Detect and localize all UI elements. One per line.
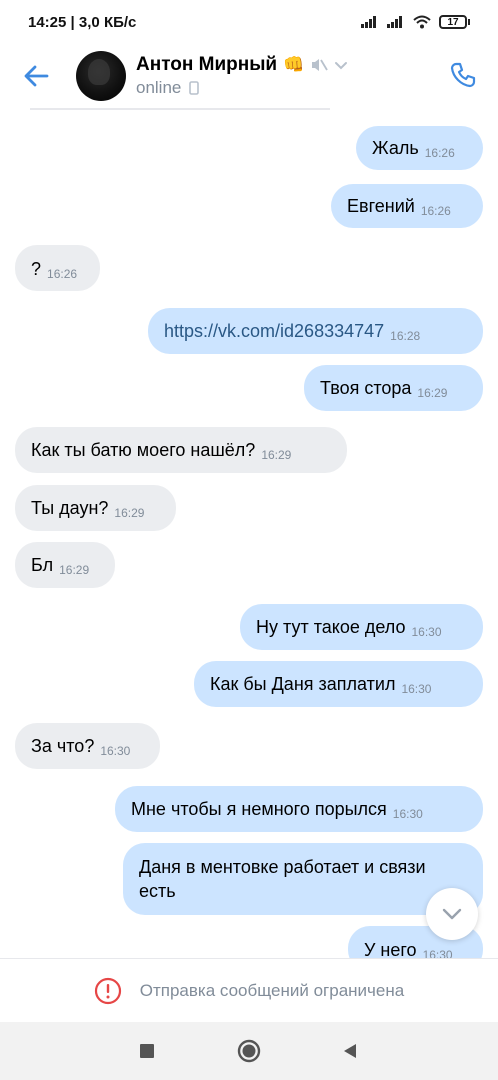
signal-icon (361, 16, 379, 28)
restriction-text: Отправка сообщений ограничена (139, 980, 405, 1000)
message-bubble[interactable]: Твоя стора 16:29 (304, 365, 483, 411)
message-time: 16:26 (420, 204, 451, 218)
signal-icon (387, 16, 405, 28)
message-time: 16:30 (100, 744, 131, 758)
wifi-icon (413, 15, 431, 29)
message-time: 16:26 (424, 146, 455, 160)
message-time: 16:30 (392, 807, 423, 821)
message-bubble[interactable]: Евгений 16:26 (331, 184, 483, 228)
message-bubble[interactable]: https://vk.com/id268334747 16:28 (148, 308, 483, 354)
status-right: 17 (361, 15, 470, 29)
message-text: Твоя стора (320, 378, 412, 398)
contact-name: Антон Мирный (136, 54, 278, 75)
message-text: Мне чтобы я немного порылся (131, 799, 387, 819)
message-time: 16:29 (59, 563, 90, 577)
back-nav-button[interactable] (338, 1039, 362, 1063)
system-nav-bar (0, 1022, 498, 1080)
message-text: За что? (31, 736, 95, 756)
message-text: У него (364, 940, 417, 958)
message-link[interactable]: https://vk.com/id268334747 (164, 321, 384, 341)
message-bubble[interactable]: За что? 16:30 (15, 723, 160, 769)
message-text: Даня в ментовке работает и связи есть (139, 857, 426, 901)
mobile-device-icon (189, 81, 200, 95)
message-time: 16:28 (390, 329, 421, 343)
fist-emoji: 👊 (283, 55, 305, 74)
divider (30, 108, 330, 110)
battery-icon: 17 (439, 15, 467, 29)
message-time: 16:29 (417, 386, 448, 400)
message-text: Как бы Даня заплатил (210, 674, 396, 694)
triangle-back-icon (344, 1044, 356, 1058)
avatar[interactable] (76, 51, 126, 101)
message-text: Жаль (372, 138, 419, 158)
recents-button[interactable] (135, 1039, 159, 1063)
battery-tip (468, 19, 470, 25)
contact-info[interactable]: Антон Мирный 👊 online (136, 54, 348, 98)
home-button[interactable] (237, 1039, 261, 1063)
arrow-left-icon (24, 65, 49, 87)
message-text: Евгений (347, 196, 415, 216)
alert-circle-icon (94, 977, 121, 1004)
square-recents-icon (140, 1044, 154, 1058)
message-time: 16:29 (114, 506, 145, 520)
online-status: online (136, 78, 182, 97)
network-speed: 3,0 КБ/с (78, 13, 137, 31)
message-bubble[interactable]: ? 16:26 (15, 245, 100, 291)
message-bubble[interactable]: Ты даун? 16:29 (15, 485, 176, 531)
message-text: Как ты батю моего нашёл? (31, 440, 256, 460)
muted-icon (312, 59, 329, 71)
message-bubble[interactable]: Бл 16:29 (15, 542, 115, 588)
message-bubble[interactable]: Ну тут такое дело 16:30 (240, 604, 483, 650)
scroll-down-button[interactable] (426, 888, 478, 940)
message-text: Ты даун? (31, 498, 109, 518)
battery-level: 17 (447, 16, 459, 28)
status-bar: 14:25 | 3,0 КБ/с 17 (0, 0, 498, 44)
status-separator: | (66, 13, 79, 31)
chevron-down-icon (335, 62, 348, 70)
message-bubble[interactable]: Как ты батю моего нашёл? 16:29 (15, 427, 347, 473)
back-button[interactable] (6, 44, 66, 108)
chevron-down-icon (442, 908, 462, 920)
message-text: Ну тут такое дело (256, 617, 406, 637)
message-time: 16:30 (422, 948, 453, 958)
circle-home-icon (237, 1039, 261, 1063)
status-left: 14:25 | 3,0 КБ/с (28, 14, 136, 31)
message-time: 16:30 (411, 625, 442, 639)
message-text: Бл (31, 555, 54, 575)
restriction-banner: Отправка сообщений ограничена (0, 958, 498, 1022)
message-bubble[interactable]: Мне чтобы я немного порылся 16:30 (115, 786, 483, 832)
message-bubble[interactable]: Как бы Даня заплатил 16:30 (194, 661, 483, 707)
phone-icon (450, 62, 476, 88)
chat-header: Антон Мирный 👊 online (0, 44, 498, 108)
message-time: 16:29 (261, 448, 292, 462)
message-time: 16:26 (47, 267, 78, 281)
message-time: 16:30 (401, 682, 432, 696)
message-bubble[interactable]: Жаль 16:26 (356, 126, 483, 170)
message-list[interactable]: Жаль 16:26 Евгений 16:26 ? 16:26 https://vk… (0, 108, 498, 958)
call-button[interactable] (446, 58, 480, 92)
message-text: ? (31, 259, 42, 279)
clock: 14:25 (28, 13, 67, 31)
